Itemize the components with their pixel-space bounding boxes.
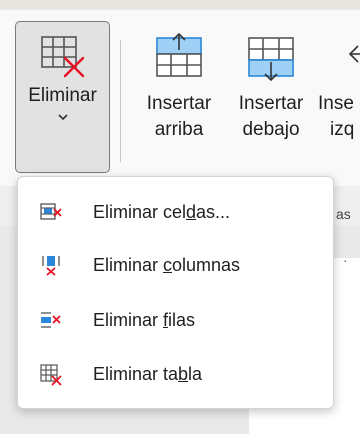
insert-row-below-icon xyxy=(248,37,294,82)
menu-item-eliminar-celdas[interactable]: Eliminar celdas... xyxy=(19,187,332,237)
eliminar-label: Eliminar xyxy=(28,85,97,106)
menu-item-label: Eliminar celdas... xyxy=(93,201,231,222)
chevron-down-icon xyxy=(57,114,68,121)
menu-item-label: Eliminar filas xyxy=(93,309,196,330)
insertar-arriba-label-2: arriba xyxy=(154,119,204,140)
delete-rows-icon xyxy=(41,312,61,328)
insertar-izquierda-label-2: izq xyxy=(330,119,355,140)
menu-item-eliminar-tabla[interactable]: Eliminar tabla xyxy=(19,349,332,399)
insertar-debajo-label-1: Insertar xyxy=(238,93,304,114)
delete-columns-icon xyxy=(42,256,60,276)
eliminar-button[interactable]: Eliminar xyxy=(15,21,110,173)
insertar-izquierda-button[interactable]: Inse izq xyxy=(318,30,360,170)
delete-table-icon xyxy=(40,364,62,386)
menu-item-label: Eliminar tabla xyxy=(93,363,203,384)
eliminar-dropdown-menu: Eliminar celdas... Eliminar columnas Eli… xyxy=(17,176,334,409)
title-strip xyxy=(0,0,360,10)
insertar-debajo-label-2: debajo xyxy=(242,119,300,140)
ribbon-separator xyxy=(120,40,121,162)
insertar-arriba-button[interactable]: Insertar arriba xyxy=(134,30,224,170)
ribbon-group-label: as xyxy=(336,206,351,222)
insert-row-above-icon xyxy=(156,32,202,77)
delete-cells-icon xyxy=(40,203,62,220)
insert-column-left-icon xyxy=(348,45,360,63)
insertar-debajo-button[interactable]: Insertar debajo xyxy=(226,30,316,170)
menu-item-eliminar-filas[interactable]: Eliminar filas xyxy=(19,295,332,345)
menu-item-label: Eliminar columnas xyxy=(93,254,241,275)
menu-item-eliminar-columnas[interactable]: Eliminar columnas xyxy=(19,240,332,290)
insertar-arriba-label-1: Insertar xyxy=(146,93,212,114)
insertar-izquierda-label-1: Inse xyxy=(318,93,354,114)
table-delete-icon xyxy=(40,36,84,78)
group-dialog-launcher-icon[interactable]: · xyxy=(343,252,348,268)
